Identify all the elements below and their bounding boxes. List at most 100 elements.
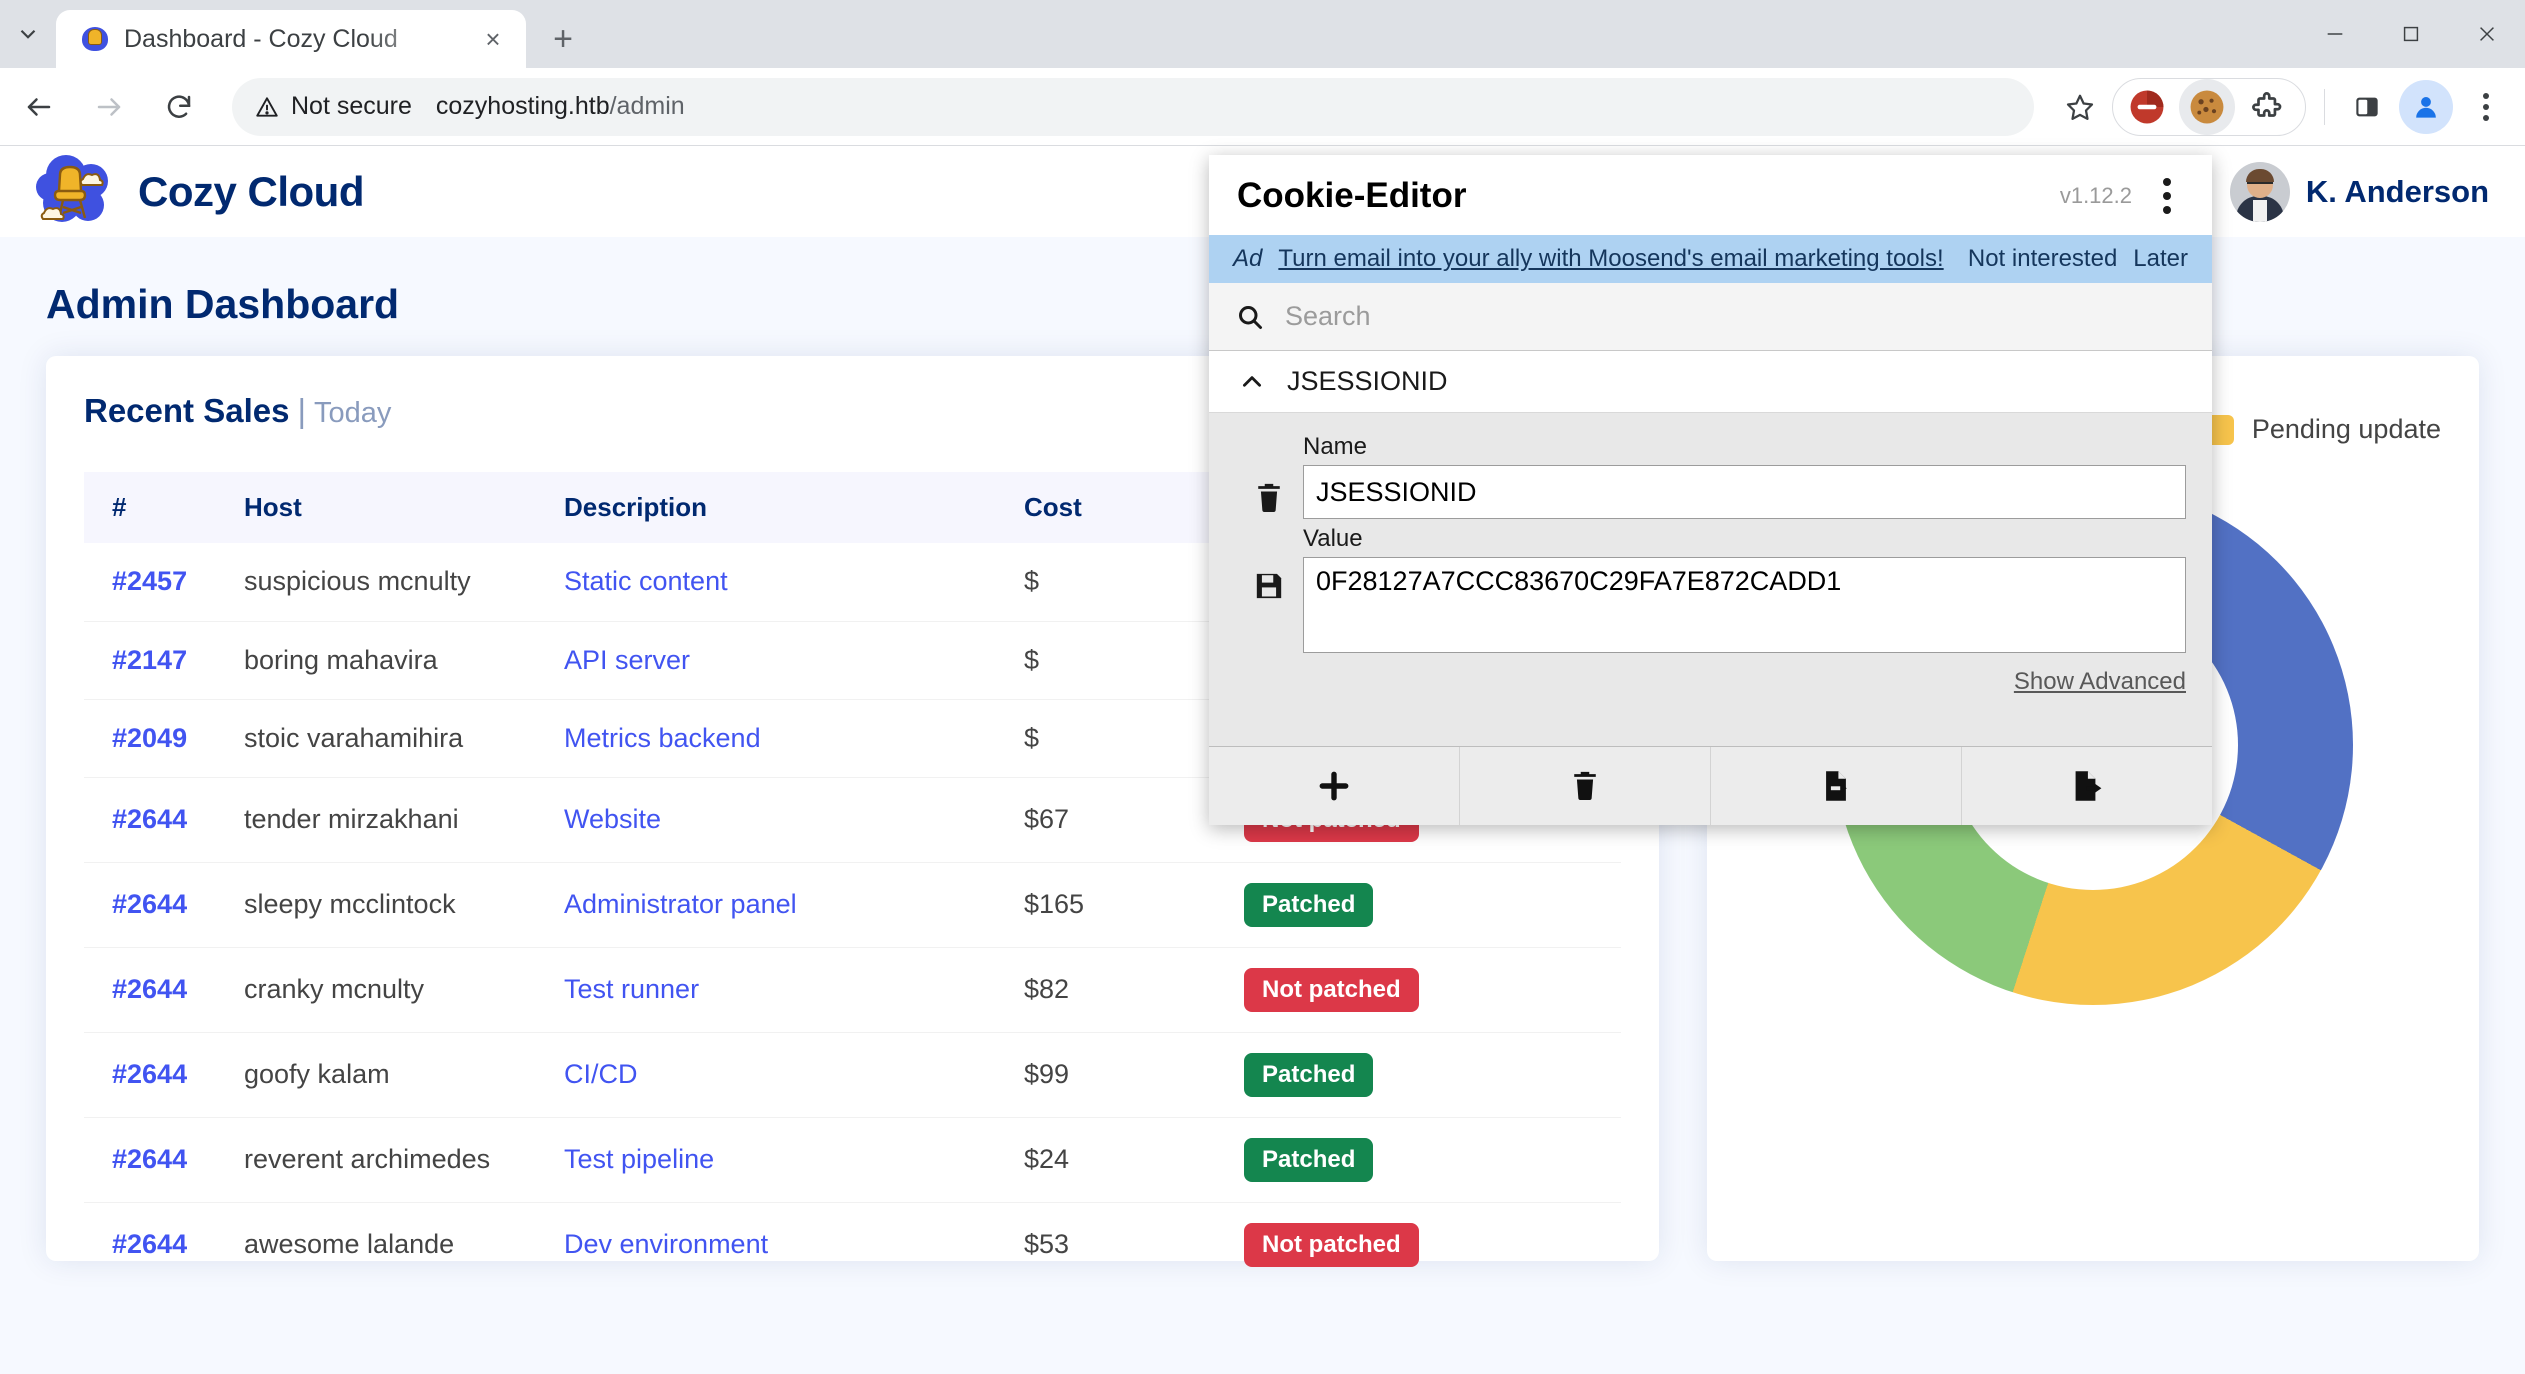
import-file-icon: [1818, 767, 1854, 805]
table-row: #2644goofy kalamCI/CD$99Patched: [84, 1032, 1621, 1117]
chevron-up-icon: [1239, 369, 1265, 395]
cell-description: Administrator panel: [564, 862, 1024, 947]
search-icon: [1235, 302, 1265, 332]
row-id-link[interactable]: #2644: [112, 889, 187, 919]
row-id-link[interactable]: #2644: [112, 804, 187, 834]
th-desc[interactable]: Description: [564, 472, 1024, 543]
add-cookie-button[interactable]: [1209, 747, 1460, 825]
cell-cost: $165: [1024, 862, 1244, 947]
delete-all-cookies-button[interactable]: [1460, 747, 1711, 825]
cell-host: boring mahavira: [244, 621, 564, 699]
cookie-value-input[interactable]: [1303, 557, 2186, 653]
cell-status: Not patched: [1244, 947, 1621, 1032]
cell-description: Metrics backend: [564, 699, 1024, 777]
cookie-editor-header: Cookie-Editor v1.12.2: [1209, 155, 2212, 235]
row-description-link[interactable]: Administrator panel: [564, 889, 797, 919]
row-description-link[interactable]: Website: [564, 804, 661, 834]
close-tab-icon[interactable]: ×: [474, 20, 512, 58]
extensions-pill: [2112, 78, 2306, 136]
trash-icon: [1568, 767, 1602, 805]
close-window-button[interactable]: [2449, 0, 2525, 68]
ad-not-interested-button[interactable]: Not interested: [1968, 245, 2117, 273]
th-host[interactable]: Host: [244, 472, 564, 543]
plus-icon: [1315, 767, 1353, 805]
url-path: /admin: [610, 92, 685, 120]
tab-strip: Dashboard - Cozy Cloud × +: [0, 0, 2525, 68]
user-menu[interactable]: K. Anderson: [2230, 162, 2489, 222]
kebab-menu-icon[interactable]: [2150, 173, 2184, 219]
browser-window: Dashboard - Cozy Cloud × +: [0, 0, 2525, 1374]
cookie-list-item-jsessionid[interactable]: JSESSIONID: [1209, 351, 2212, 413]
status-badge: Patched: [1244, 883, 1373, 927]
row-description-link[interactable]: Test pipeline: [564, 1144, 714, 1174]
ublock-origin-icon[interactable]: [2119, 79, 2175, 135]
cookie-name-input[interactable]: [1303, 465, 2186, 519]
cell-id: #2644: [84, 862, 244, 947]
cell-id: #2644: [84, 1117, 244, 1202]
toolbar-divider: [2324, 89, 2325, 125]
side-panel-icon[interactable]: [2339, 79, 2395, 135]
browser-tab[interactable]: Dashboard - Cozy Cloud ×: [56, 10, 526, 68]
security-status[interactable]: Not secure: [254, 92, 426, 121]
extensions-puzzle-icon[interactable]: [2239, 79, 2295, 135]
cookie-search-row: [1209, 283, 2212, 351]
search-input[interactable]: [1285, 301, 2186, 332]
row-id-link[interactable]: #2644: [112, 1229, 187, 1259]
legend-label-pending-update: Pending update: [2252, 414, 2441, 445]
row-id-link[interactable]: #2147: [112, 645, 187, 675]
reload-button[interactable]: [148, 76, 210, 138]
row-description-link[interactable]: Dev environment: [564, 1229, 768, 1259]
row-description-link[interactable]: API server: [564, 645, 690, 675]
cookie-editor-icon[interactable]: [2179, 79, 2235, 135]
url-text: cozyhosting.htb/admin: [436, 92, 685, 121]
row-id-link[interactable]: #2644: [112, 974, 187, 1004]
cell-cost: $82: [1024, 947, 1244, 1032]
row-description-link[interactable]: CI/CD: [564, 1059, 638, 1089]
security-label: Not secure: [291, 92, 412, 121]
table-row: #2644reverent archimedesTest pipeline$24…: [84, 1117, 1621, 1202]
new-tab-button[interactable]: +: [534, 10, 592, 68]
row-id-link[interactable]: #2644: [112, 1144, 187, 1174]
row-id-link[interactable]: #2644: [112, 1059, 187, 1089]
status-badge: Not patched: [1244, 968, 1419, 1012]
cell-status: Patched: [1244, 1032, 1621, 1117]
ad-later-button[interactable]: Later: [2133, 245, 2188, 273]
cell-status: Not patched: [1244, 1202, 1621, 1287]
chrome-menu-icon[interactable]: [2459, 80, 2513, 134]
import-cookies-button[interactable]: [1711, 747, 1962, 825]
maximize-button[interactable]: [2373, 0, 2449, 68]
card-title-separator: |: [289, 392, 314, 429]
row-description-link[interactable]: Static content: [564, 566, 728, 596]
cookie-editor-version: v1.12.2: [2060, 183, 2132, 209]
cozy-cloud-logo: [36, 151, 124, 233]
th-id[interactable]: #: [84, 472, 244, 543]
brand-link[interactable]: Cozy Cloud: [36, 151, 364, 233]
cell-id: #2644: [84, 1202, 244, 1287]
row-id-link[interactable]: #2457: [112, 566, 187, 596]
cell-cost: $24: [1024, 1117, 1244, 1202]
export-cookies-button[interactable]: [1962, 747, 2212, 825]
row-description-link[interactable]: Test runner: [564, 974, 699, 1004]
profile-avatar-icon[interactable]: [2399, 80, 2453, 134]
cell-description: Website: [564, 777, 1024, 862]
row-description-link[interactable]: Metrics backend: [564, 723, 761, 753]
cell-description: API server: [564, 621, 1024, 699]
status-badge: Patched: [1244, 1053, 1373, 1097]
minimize-button[interactable]: [2297, 0, 2373, 68]
cell-host: stoic varahamihira: [244, 699, 564, 777]
address-bar[interactable]: Not secure cozyhosting.htb/admin: [232, 78, 2034, 136]
ad-link[interactable]: Turn email into your ally with Moosend's…: [1278, 245, 1952, 273]
export-file-icon: [2069, 767, 2105, 805]
cell-id: #2644: [84, 1032, 244, 1117]
show-advanced-link[interactable]: Show Advanced: [1303, 668, 2186, 696]
card-title-text: Recent Sales: [84, 392, 289, 429]
cell-id: #2147: [84, 621, 244, 699]
trash-icon[interactable]: [1252, 479, 1286, 517]
row-id-link[interactable]: #2049: [112, 723, 187, 753]
bookmark-star-icon[interactable]: [2052, 79, 2108, 135]
save-icon[interactable]: [1252, 569, 1286, 603]
tab-search-button[interactable]: [0, 0, 56, 68]
cookie-editor-title: Cookie-Editor: [1237, 176, 1466, 216]
forward-button[interactable]: [78, 76, 140, 138]
back-button[interactable]: [8, 76, 70, 138]
